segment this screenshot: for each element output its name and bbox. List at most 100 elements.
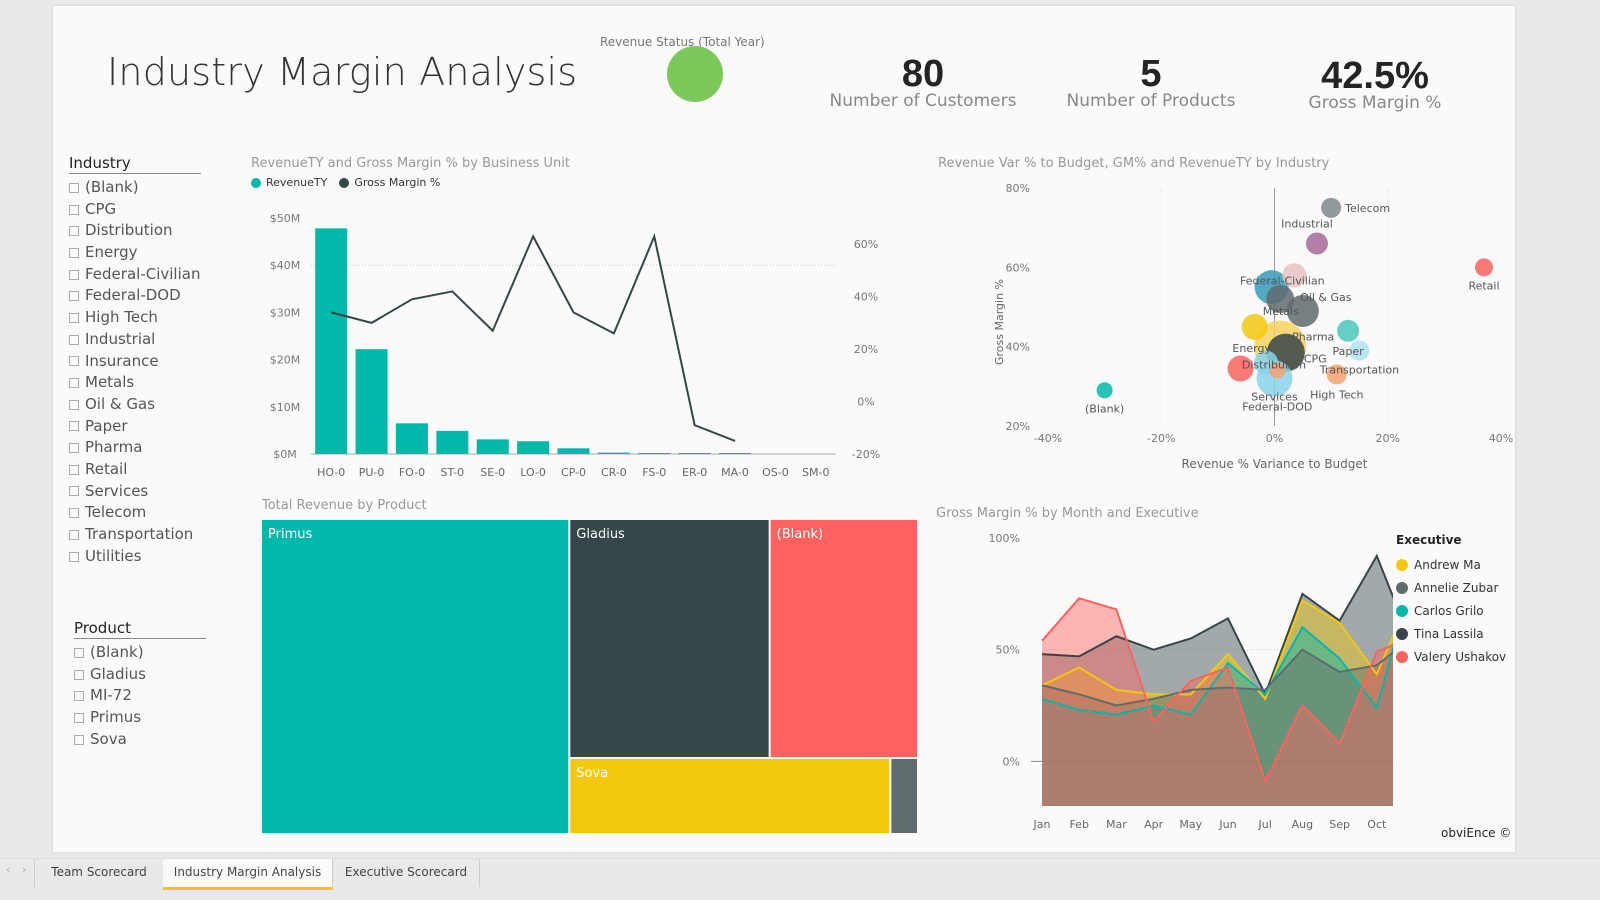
tab-executive-scorecard[interactable]: Executive Scorecard bbox=[333, 859, 480, 887]
checkbox-icon[interactable] bbox=[69, 551, 79, 562]
checkbox-icon[interactable] bbox=[74, 734, 84, 745]
checkbox-icon[interactable] bbox=[69, 529, 79, 540]
revenue-bar[interactable] bbox=[597, 452, 630, 454]
industry-slicer-item[interactable]: Oil & Gas bbox=[69, 394, 201, 416]
checkbox-icon[interactable] bbox=[69, 356, 79, 367]
x-tick-label: Sep bbox=[1329, 818, 1350, 831]
industry-slicer-item[interactable]: Paper bbox=[69, 416, 201, 438]
scatter-point[interactable] bbox=[1337, 319, 1360, 342]
treemap-tile[interactable] bbox=[262, 520, 569, 833]
kpi-customers[interactable]: 80 Number of Customers bbox=[823, 54, 1023, 110]
tab-prev-icon[interactable]: ‹ bbox=[6, 863, 10, 876]
checkbox-icon[interactable] bbox=[69, 312, 79, 323]
revenue-bar[interactable] bbox=[315, 228, 348, 454]
treemap-chart[interactable]: Total Revenue by Product Primus Gladius (B… bbox=[262, 498, 917, 833]
industry-slicer-item[interactable]: Federal-Civilian bbox=[69, 264, 201, 286]
y-tick-label: 40% bbox=[1006, 341, 1030, 354]
revenue-bar[interactable] bbox=[557, 448, 590, 454]
slicer-item-label: (Blank) bbox=[90, 643, 144, 661]
checkbox-icon[interactable] bbox=[69, 182, 79, 193]
scatter-point[interactable] bbox=[1096, 382, 1113, 399]
y-left-tick-label: $10M bbox=[270, 401, 301, 414]
area-chart[interactable]: Gross Margin % by Month and Executive 0%… bbox=[933, 506, 1508, 836]
revenue-bar[interactable] bbox=[517, 441, 550, 454]
checkbox-icon[interactable] bbox=[74, 669, 84, 680]
industry-slicer-item[interactable]: Energy bbox=[69, 242, 201, 264]
checkbox-icon[interactable] bbox=[69, 508, 79, 519]
checkbox-icon[interactable] bbox=[69, 464, 79, 475]
industry-slicer-item[interactable]: High Tech bbox=[69, 307, 201, 329]
scatter-point[interactable] bbox=[1475, 258, 1494, 277]
legend-item[interactable]: Annelie Zubar bbox=[1396, 576, 1506, 599]
industry-slicer-item[interactable]: Transportation bbox=[69, 524, 201, 546]
checkbox-icon[interactable] bbox=[69, 443, 79, 454]
product-slicer-item[interactable]: Sova bbox=[74, 729, 206, 751]
industry-slicer-item[interactable]: Pharma bbox=[69, 437, 201, 459]
report-canvas: Industry Margin Analysis Revenue Status … bbox=[53, 6, 1515, 852]
checkbox-icon[interactable] bbox=[69, 486, 79, 497]
industry-slicer-item[interactable]: Insurance bbox=[69, 351, 201, 373]
industry-slicer-item[interactable]: Retail bbox=[69, 459, 201, 481]
industry-slicer-item[interactable]: Distribution bbox=[69, 220, 201, 242]
checkbox-icon[interactable] bbox=[69, 399, 79, 410]
legend-item[interactable]: Andrew Ma bbox=[1396, 553, 1506, 576]
legend-label: Carlos Grilo bbox=[1414, 603, 1484, 618]
revenue-bar[interactable] bbox=[355, 349, 388, 454]
checkbox-icon[interactable] bbox=[69, 421, 79, 432]
scatter-point-label: (Blank) bbox=[1085, 402, 1124, 415]
y-right-tick-label: -20% bbox=[852, 448, 880, 461]
legend-item[interactable]: Valery Ushakov bbox=[1396, 645, 1506, 668]
scatter-point-label: Industrial bbox=[1281, 218, 1333, 231]
checkbox-icon[interactable] bbox=[69, 334, 79, 345]
slicer-item-label: Services bbox=[85, 481, 149, 500]
product-slicer-item[interactable]: Primus bbox=[74, 707, 206, 729]
product-slicer-item[interactable]: Gladius bbox=[74, 664, 206, 686]
product-slicer-item[interactable]: (Blank) bbox=[74, 642, 206, 664]
scatter-chart[interactable]: Revenue Var % to Budget, GM% and Revenue… bbox=[933, 156, 1513, 476]
checkbox-icon[interactable] bbox=[69, 269, 79, 280]
tab-industry-margin-analysis[interactable]: Industry Margin Analysis bbox=[163, 859, 333, 890]
industry-slicer-item[interactable]: Utilities bbox=[69, 546, 201, 568]
checkbox-icon[interactable] bbox=[69, 247, 79, 258]
treemap-tile[interactable] bbox=[770, 520, 917, 757]
scatter-point[interactable] bbox=[1321, 197, 1342, 218]
kpi-gross-margin[interactable]: 42.5% Gross Margin % bbox=[1275, 56, 1475, 112]
legend-item[interactable]: Carlos Grilo bbox=[1396, 599, 1506, 622]
tab-team-scorecard[interactable]: Team Scorecard bbox=[34, 859, 164, 887]
revenue-bar[interactable] bbox=[719, 453, 752, 454]
kpi-products[interactable]: 5 Number of Products bbox=[1051, 54, 1251, 110]
checkbox-icon[interactable] bbox=[74, 712, 84, 723]
revenue-bar[interactable] bbox=[436, 430, 469, 454]
industry-slicer-item[interactable]: Telecom bbox=[69, 502, 201, 524]
legend-item[interactable]: Tina Lassila bbox=[1396, 622, 1506, 645]
industry-slicer-item[interactable]: Industrial bbox=[69, 329, 201, 351]
slicer-item-label: Pharma bbox=[85, 438, 143, 457]
industry-slicer-item[interactable]: Metals bbox=[69, 372, 201, 394]
treemap-tile[interactable] bbox=[891, 758, 917, 833]
checkbox-icon[interactable] bbox=[74, 691, 84, 702]
combo-chart[interactable]: RevenueTY and Gross Margin % by Business… bbox=[251, 156, 891, 486]
checkbox-icon[interactable] bbox=[69, 226, 79, 237]
treemap-tile[interactable] bbox=[570, 758, 890, 833]
revenue-bar[interactable] bbox=[678, 453, 711, 454]
industry-slicer-item[interactable]: Federal-DOD bbox=[69, 285, 201, 307]
checkbox-icon[interactable] bbox=[74, 647, 84, 658]
scatter-point[interactable] bbox=[1305, 232, 1328, 255]
industry-slicer-item[interactable]: Services bbox=[69, 481, 201, 503]
checkbox-icon[interactable] bbox=[69, 204, 79, 215]
checkbox-icon[interactable] bbox=[69, 291, 79, 302]
industry-slicer-item[interactable]: (Blank) bbox=[69, 177, 201, 199]
area-plot: 0%50%100%JanFebMarAprMayJunJulAugSepOctN… bbox=[989, 532, 1393, 831]
industry-slicer-item[interactable]: CPG bbox=[69, 199, 201, 221]
tab-next-icon[interactable]: › bbox=[22, 863, 26, 876]
revenue-bar[interactable] bbox=[476, 439, 509, 454]
revenue-bar[interactable] bbox=[395, 423, 428, 454]
revenue-status-indicator[interactable] bbox=[667, 46, 723, 102]
scatter-plot: -40% -20% 0% 20% 40% 20% 40% 60% 80% Revenue % Va… bbox=[993, 182, 1513, 471]
product-slicer-item[interactable]: MI-72 bbox=[74, 685, 206, 707]
treemap-tile[interactable] bbox=[570, 520, 769, 757]
y-left-tick-label: $30M bbox=[270, 306, 301, 319]
gross-margin-line[interactable] bbox=[330, 233, 736, 442]
checkbox-icon[interactable] bbox=[69, 378, 79, 389]
revenue-bar[interactable] bbox=[638, 453, 671, 454]
